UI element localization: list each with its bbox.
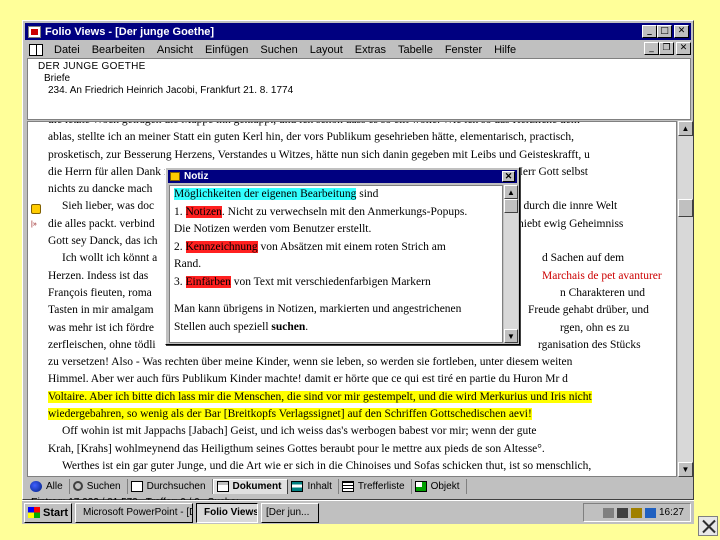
- menu-bar: Datei Bearbeiten Ansicht Einfügen Suchen…: [25, 41, 691, 58]
- menu-ansicht[interactable]: Ansicht: [152, 44, 200, 56]
- note-title-bar[interactable]: Notiz ✕: [168, 170, 517, 183]
- note-line: 2. Kennzeichnung von Absätzen mit einem …: [174, 240, 446, 253]
- window-controls: _ □ ✕: [642, 25, 689, 38]
- search-icon: [72, 481, 83, 491]
- taskbar-item-powerpoint[interactable]: Microsoft PowerPoint - [D...: [75, 502, 193, 523]
- desktop: Folio Views - [Der junge Goethe] _ □ ✕ D…: [0, 0, 720, 540]
- minimize-button[interactable]: _: [642, 25, 657, 38]
- doc-line: die letzte Woch getragen die Mappe ihn g…: [48, 122, 663, 129]
- menu-suchen[interactable]: Suchen: [255, 44, 304, 56]
- note-title: Notiz: [184, 171, 209, 182]
- taskbar-item-folio-views[interactable]: Folio Views: [196, 502, 258, 523]
- popup-marker-icon[interactable]: |»: [31, 221, 37, 228]
- tab-objekt[interactable]: Objekt: [412, 478, 467, 494]
- view-tabs: Alle Suchen Durchsuchen Dokument Inhalt …: [27, 478, 691, 494]
- taskbar: Start Microsoft PowerPoint - [D... Folio…: [22, 500, 694, 524]
- doc-minimize-button[interactable]: _: [644, 42, 659, 55]
- menu-fenster[interactable]: Fenster: [440, 44, 489, 56]
- note-marker-icon[interactable]: [31, 204, 41, 214]
- note-close-button[interactable]: ✕: [502, 171, 515, 182]
- document-scrollbar[interactable]: ▲ ▼: [678, 121, 693, 477]
- window-title: Folio Views - [Der junge Goethe]: [45, 25, 215, 38]
- menu-datei[interactable]: Datei: [49, 44, 87, 56]
- tab-inhalt[interactable]: Inhalt: [288, 478, 339, 494]
- menu-einfuegen[interactable]: Einfügen: [200, 44, 255, 56]
- tab-alle[interactable]: Alle: [27, 478, 70, 494]
- note-scroll-thumb[interactable]: [504, 199, 518, 213]
- document-header-pane: DER JUNGE GOETHE Briefe 234. An Friedric…: [27, 58, 691, 120]
- tab-suchen[interactable]: Suchen: [70, 478, 128, 494]
- note-scrollbar[interactable]: ▲ ▼: [504, 185, 518, 343]
- browse-icon: [130, 480, 143, 492]
- contents-icon: [291, 480, 304, 492]
- doc-line: ablas, stellte ich an meiner Statt ein g…: [48, 131, 574, 144]
- header-section: Briefe: [44, 73, 71, 84]
- speaker-icon[interactable]: [616, 507, 628, 518]
- note-line: 1. Notizen. Nicht zu verwechseln mit den…: [174, 205, 468, 218]
- menu-tabelle[interactable]: Tabelle: [393, 44, 440, 56]
- close-button[interactable]: ✕: [674, 25, 689, 38]
- document-menu-icon[interactable]: [29, 43, 43, 56]
- doc-line: zu versetzen! Also - Was rechten über me…: [48, 356, 573, 369]
- doc-line: Krah, [Krahs] wohlmeynend das Heiligthum…: [48, 442, 545, 455]
- doc-line-highlighted: Voltaire. Aber ich bitte dich lass mir d…: [48, 390, 592, 403]
- maximize-button[interactable]: □: [657, 25, 672, 38]
- doc-line: prosketisch, zur Besserung Herzens, Vers…: [48, 148, 590, 161]
- note-line: Stellen auch speziell suchen.: [174, 320, 309, 333]
- document-window-controls: _ ❐ ✕: [644, 42, 691, 55]
- header-collection: DER JUNGE GOETHE: [38, 61, 146, 72]
- system-tray: 16:27: [583, 503, 691, 522]
- monitor-icon[interactable]: [602, 507, 614, 518]
- note-line: Möglichkeiten der eigenen Bearbeitung si…: [174, 188, 379, 200]
- globe-icon: [30, 480, 42, 492]
- document-icon: [216, 481, 229, 492]
- note-popup: Notiz ✕ Möglichkeiten der eigenen Bearbe…: [165, 167, 520, 345]
- doc-line: Himmel. Aber wer auch fürs Publikum Kind…: [48, 373, 568, 386]
- app-icon: [28, 25, 41, 38]
- note-body[interactable]: Möglichkeiten der eigenen Bearbeitung si…: [169, 185, 503, 343]
- tray-app-icon[interactable]: [630, 507, 642, 518]
- doc-restore-button[interactable]: ❐: [659, 42, 674, 55]
- note-spacer: [174, 291, 498, 301]
- note-scroll-up-button[interactable]: ▲: [504, 185, 518, 199]
- menu-extras[interactable]: Extras: [350, 44, 393, 56]
- note-line: Man kann übrigens in Notizen, markierten…: [174, 303, 462, 315]
- doc-line: Werthes ist ein gar guter Junge, und die…: [62, 459, 592, 472]
- note-scroll-down-button[interactable]: ▼: [504, 329, 518, 343]
- doc-line: Off wohin ist mit Jappachs [Jabach] Geis…: [62, 425, 537, 438]
- note-line: Rand.: [174, 258, 202, 270]
- note-icon: [170, 172, 180, 181]
- doc-line-highlighted: wiedergebahren, so wenig als der Bar [Br…: [48, 408, 532, 421]
- tab-durchsuchen[interactable]: Durchsuchen: [128, 478, 213, 494]
- windows-logo-icon: [28, 507, 40, 518]
- note-line: 3. Einfärben von Text mit verschiedenfar…: [174, 275, 431, 288]
- menu-bearbeiten[interactable]: Bearbeiten: [87, 44, 152, 56]
- title-bar[interactable]: Folio Views - [Der junge Goethe] _ □ ✕: [25, 23, 691, 40]
- tab-trefferliste[interactable]: Trefferliste: [339, 478, 412, 494]
- doc-close-button[interactable]: ✕: [676, 42, 691, 55]
- note-line: Die Notizen werden vom Benutzer erstellt…: [174, 223, 372, 235]
- start-button[interactable]: Start: [24, 502, 72, 523]
- scroll-down-button[interactable]: ▼: [678, 462, 693, 477]
- hitlist-icon: [341, 480, 354, 492]
- close-x-icon[interactable]: [698, 516, 718, 536]
- header-letter: 234. An Friedrich Heinrich Jacobi, Frank…: [48, 85, 294, 96]
- taskbar-item-der-junge[interactable]: [Der jun...: [261, 502, 319, 523]
- tab-dokument[interactable]: Dokument: [212, 478, 289, 494]
- menu-layout[interactable]: Layout: [305, 44, 350, 56]
- scroll-thumb[interactable]: [678, 199, 693, 217]
- object-icon: [414, 480, 427, 492]
- network-icon[interactable]: [644, 507, 656, 518]
- scroll-up-button[interactable]: ▲: [678, 121, 693, 136]
- clock[interactable]: 16:27: [659, 507, 684, 518]
- menu-hilfe[interactable]: Hilfe: [489, 44, 523, 56]
